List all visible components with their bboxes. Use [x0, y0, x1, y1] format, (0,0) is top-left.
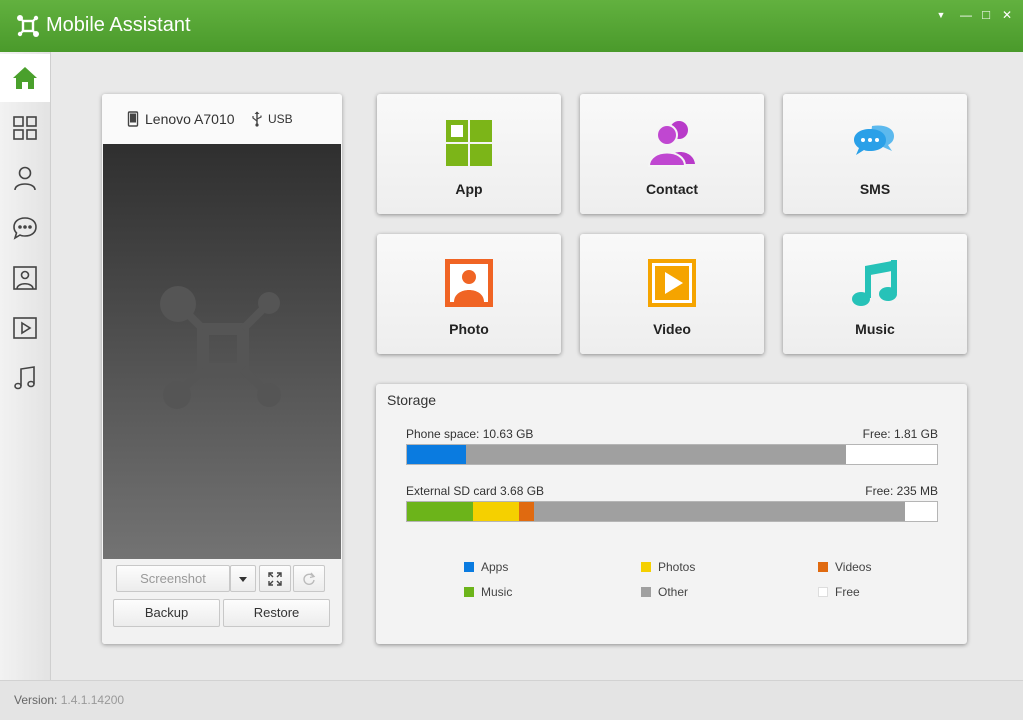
close-icon[interactable]: ✕ [998, 8, 1016, 22]
music-icon [852, 260, 897, 306]
device-panel: Lenovo A7010 USB Screenshot Backup Resto… [102, 94, 342, 644]
app-title: Mobile Assistant [46, 14, 191, 36]
legend-swatch [641, 587, 651, 597]
tile-video[interactable]: Video [580, 234, 764, 354]
phone-space-label: Phone space: 10.63 GB [406, 427, 534, 441]
tile-app[interactable]: App [377, 94, 561, 214]
tile-music[interactable]: Music [783, 234, 967, 354]
home-icon [13, 67, 37, 89]
sidebar-item-messages[interactable] [0, 204, 50, 252]
minimize-icon[interactable]: — [957, 8, 975, 22]
sidebar-item-music[interactable] [0, 354, 50, 402]
legend-free: Free [818, 585, 860, 599]
video-icon [648, 259, 696, 307]
maximize-icon[interactable]: □ [977, 8, 995, 22]
legend-label: Videos [835, 560, 872, 574]
version-number: 1.4.1.14200 [60, 693, 125, 707]
legend-videos: Videos [818, 560, 871, 574]
sd-other-segment [533, 502, 905, 521]
sidebar-item-photos[interactable] [0, 254, 50, 302]
contact-icon [14, 166, 36, 191]
legend-swatch [818, 562, 828, 572]
app-icon [446, 120, 492, 166]
legend-music: Music [464, 585, 512, 599]
music-icon [14, 366, 35, 390]
legend-label: Apps [481, 560, 509, 574]
device-screen-preview [103, 144, 341, 559]
tile-label: Contact [645, 181, 699, 197]
refresh-icon [303, 572, 316, 585]
phone-other-segment [466, 445, 847, 464]
storage-panel: Storage Phone space: 10.63 GB Free: 1.81… [376, 384, 967, 644]
sidebar-item-apps[interactable] [0, 104, 50, 152]
tile-label: Music [855, 321, 895, 337]
legend-label: Photos [658, 560, 696, 574]
legend-label: Other [658, 585, 689, 599]
title-bar: Mobile Assistant ▼ — □ ✕ [0, 0, 1023, 52]
fullscreen-button[interactable] [259, 565, 291, 592]
sidebar-item-contacts[interactable] [0, 154, 50, 202]
storage-title: Storage [387, 392, 437, 408]
apps-grid-icon [13, 116, 37, 140]
contact-icon [647, 121, 695, 167]
version-info: Version: 1.4.1.14200 [14, 693, 124, 707]
device-header: Lenovo A7010 USB [102, 94, 342, 144]
sd-storage-bar [406, 501, 938, 522]
tile-contact[interactable]: Contact [580, 94, 764, 214]
version-label: Version: [14, 693, 58, 707]
sd-free-label: Free: 235 MB [865, 484, 938, 498]
phone-storage-bar [406, 444, 938, 465]
tile-sms[interactable]: SMS [783, 94, 967, 214]
tile-label: App [455, 181, 483, 197]
phone-apps-segment [407, 445, 467, 464]
legend-swatch [641, 562, 651, 572]
menu-dropdown-icon[interactable]: ▼ [932, 8, 950, 22]
chevron-down-icon [239, 577, 247, 582]
legend-other: Other [641, 585, 688, 599]
tile-photo[interactable]: Photo [377, 234, 561, 354]
device-logo-icon [160, 286, 281, 409]
phone-free-segment [846, 445, 937, 464]
tile-label: Video [653, 321, 691, 337]
device-controls: Screenshot Backup Restore [102, 559, 342, 644]
sd-videos-segment [518, 502, 534, 521]
sms-icon [854, 125, 894, 155]
phone-icon [127, 111, 139, 127]
sidebar-item-videos[interactable] [0, 304, 50, 352]
message-icon [13, 217, 37, 240]
photo-icon [445, 259, 493, 307]
expand-icon [268, 572, 282, 586]
sidebar [0, 52, 51, 680]
legend-apps: Apps [464, 560, 508, 574]
usb-icon [252, 111, 262, 127]
sd-card-label: External SD card 3.68 GB [406, 484, 545, 498]
legend-swatch [464, 562, 474, 572]
connection-type: USB [268, 112, 293, 126]
tile-label: Photo [449, 321, 489, 337]
phone-free-label: Free: 1.81 GB [862, 427, 938, 441]
legend-swatch [464, 587, 474, 597]
backup-button[interactable]: Backup [113, 599, 220, 627]
photo-icon [13, 266, 37, 290]
status-bar: Version: 1.4.1.14200 [0, 680, 1023, 720]
refresh-button[interactable] [293, 565, 325, 592]
screenshot-button[interactable]: Screenshot [116, 565, 230, 592]
screenshot-dropdown-button[interactable] [230, 565, 256, 592]
sd-photos-segment [473, 502, 519, 521]
sd-free-segment [904, 502, 937, 521]
sd-music-segment [407, 502, 474, 521]
device-name: Lenovo A7010 [145, 111, 235, 127]
app-logo-icon [17, 15, 39, 37]
legend-label: Free [835, 585, 860, 599]
legend-label: Music [481, 585, 513, 599]
restore-button[interactable]: Restore [223, 599, 330, 627]
sidebar-item-home[interactable] [0, 54, 50, 102]
legend-photos: Photos [641, 560, 695, 574]
tile-label: SMS [859, 181, 891, 197]
legend-swatch [818, 587, 828, 597]
video-icon [13, 317, 37, 339]
